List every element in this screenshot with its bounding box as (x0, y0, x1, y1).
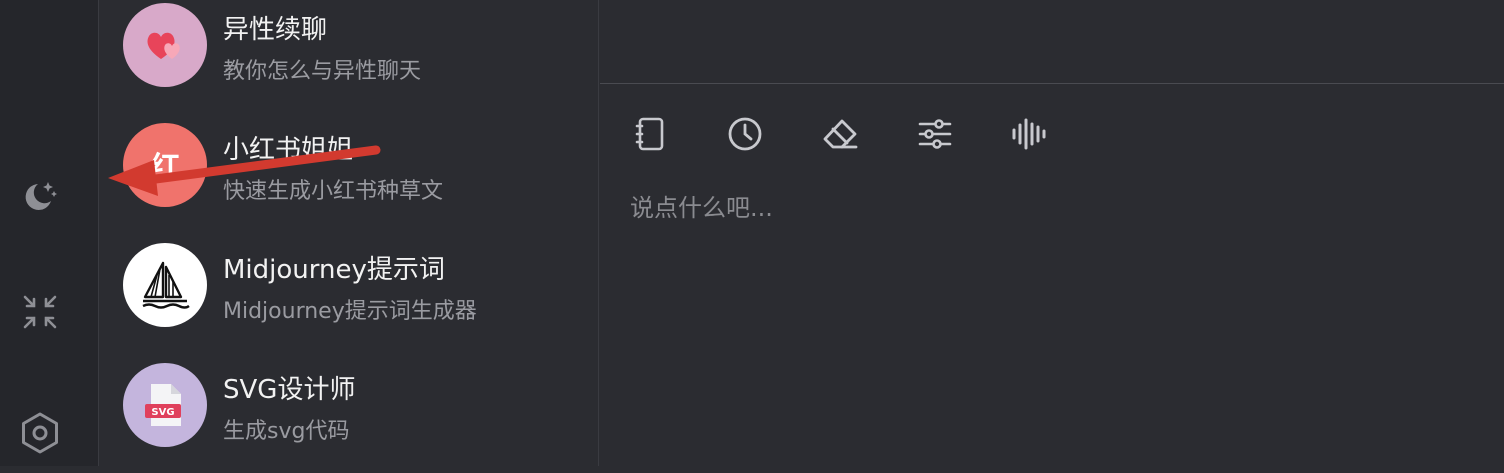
chat-input[interactable] (630, 178, 1470, 238)
voice-wave-icon (1012, 118, 1046, 150)
assistant-title: Midjourney提示词 (223, 255, 445, 285)
collapse-arrows-icon (23, 295, 57, 329)
list-item[interactable]: 红 小红书姐姐 快速生成小红书种草文 (99, 123, 598, 233)
assistant-title: 小红书姐姐 (223, 135, 354, 165)
avatar (123, 3, 207, 87)
list-item[interactable]: SVG SVG设计师 生成svg代码 (99, 363, 598, 473)
chat-header (600, 0, 1504, 84)
left-rail (0, 0, 99, 466)
notebook-icon (635, 117, 664, 151)
avatar: SVG (123, 363, 207, 447)
settings-button[interactable] (17, 410, 63, 456)
list-item[interactable]: 异性续聊 教你怎么与异性聊天 (99, 3, 598, 113)
assistant-title: SVG设计师 (223, 375, 356, 405)
list-item[interactable]: Midjourney提示词 Midjourney提示词生成器 (99, 243, 598, 353)
history-clock-icon (728, 117, 762, 151)
sliders-icon (918, 119, 952, 149)
assistant-subtitle: 教你怎么与异性聊天 (223, 59, 422, 84)
hearts-icon (147, 32, 180, 59)
assistant-subtitle: 生成svg代码 (223, 419, 350, 444)
notebook-button[interactable] (628, 112, 672, 156)
avatar (123, 243, 207, 327)
moon-stars-icon (25, 182, 57, 210)
chat-panel (600, 0, 1504, 466)
svg-text:SVG: SVG (151, 407, 174, 418)
assistant-title: 异性续聊 (223, 15, 328, 45)
avatar: 红 (123, 123, 207, 207)
svg-file-icon: SVG (145, 384, 181, 426)
assistant-subtitle: Midjourney提示词生成器 (223, 299, 477, 324)
xiaohongshu-icon: 红 (150, 151, 180, 186)
theme-toggle-button[interactable] (17, 173, 63, 219)
settings-hexagon-icon (22, 412, 58, 454)
collapse-button[interactable] (17, 289, 63, 335)
assistant-list: 异性续聊 教你怎么与异性聊天 红 小红书姐姐 快速生成小红书种草文 Midjou… (99, 0, 599, 466)
history-button[interactable] (723, 112, 767, 156)
assistant-subtitle: 快速生成小红书种草文 (223, 179, 444, 204)
voice-button[interactable] (1008, 112, 1052, 156)
chat-toolbar (628, 112, 1103, 156)
clear-button[interactable] (818, 112, 862, 156)
eraser-icon (823, 119, 858, 149)
sailboat-icon (142, 261, 190, 309)
settings-sliders-button[interactable] (913, 112, 957, 156)
